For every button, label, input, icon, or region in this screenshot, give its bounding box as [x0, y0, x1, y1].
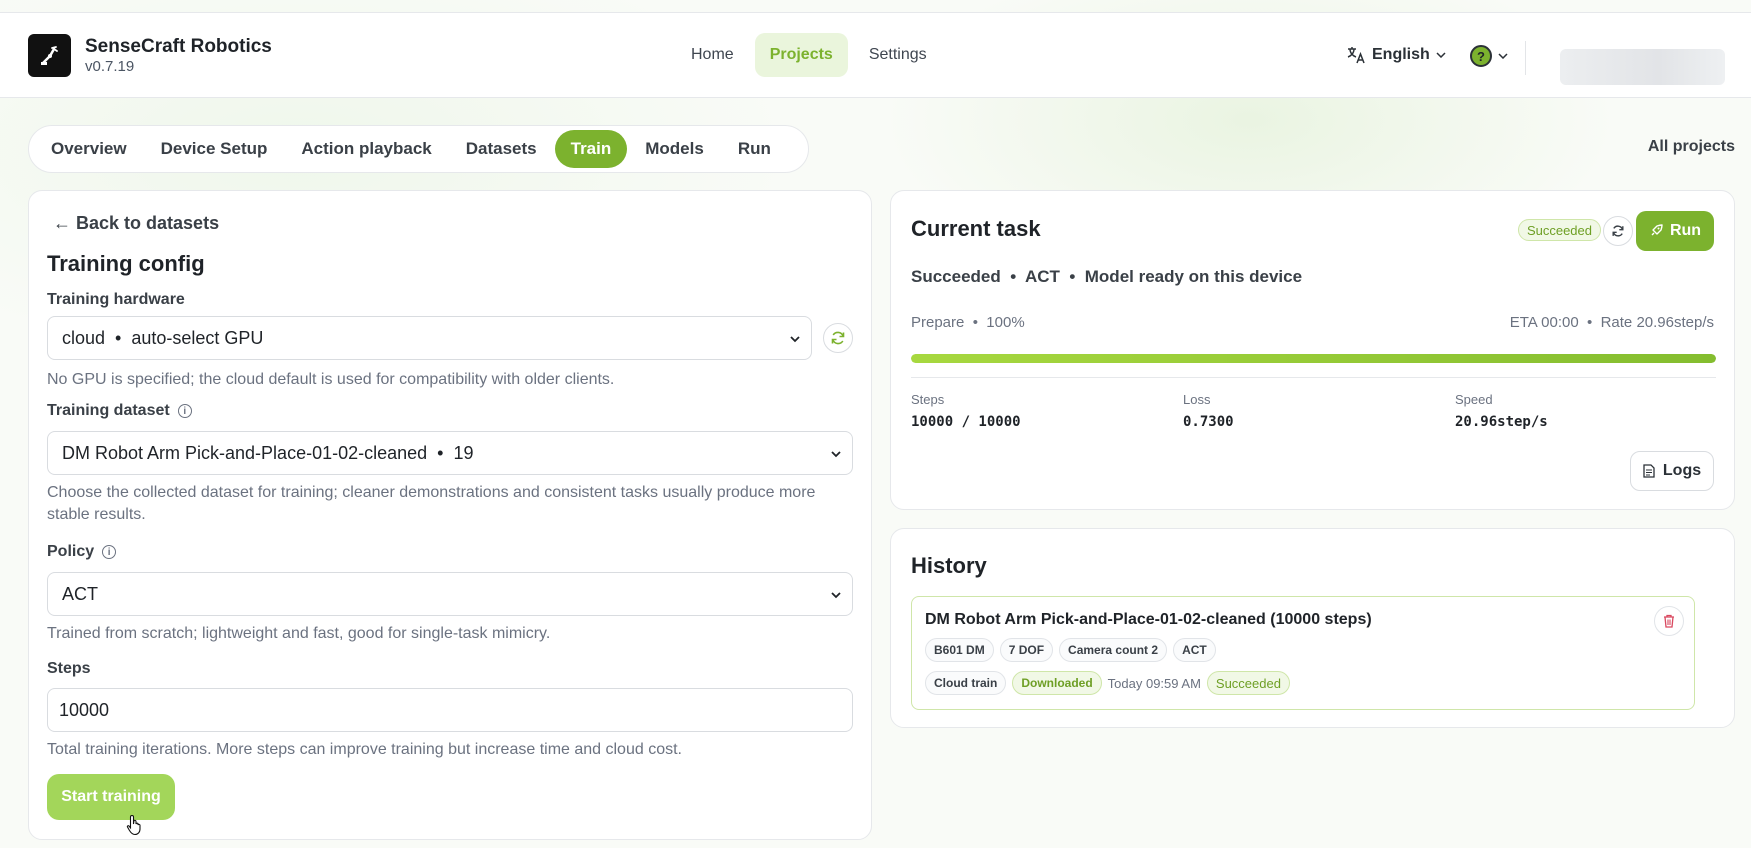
brand-name: SenseCraft Robotics: [85, 36, 272, 57]
refresh-icon: [831, 331, 845, 345]
training-config-title: Training config: [47, 251, 205, 276]
run-label: Run: [1669, 222, 1702, 239]
tab-datasets[interactable]: Datasets: [450, 130, 553, 168]
current-task-title: Current task: [911, 216, 1041, 241]
tag-chip: ACT: [1173, 638, 1216, 662]
steps-help: Total training iterations. More steps ca…: [47, 741, 682, 758]
status-badge: Succeeded: [1206, 671, 1290, 695]
trash-icon: [1664, 614, 1674, 628]
history-item-title: DM Robot Arm Pick-and-Place-01-02-cleane…: [925, 611, 1372, 628]
chevron-down-icon: [831, 592, 841, 599]
delete-history-button[interactable]: [1654, 606, 1684, 636]
training-hardware-label: Training hardware: [47, 291, 185, 309]
nav-settings[interactable]: Settings: [854, 33, 942, 77]
account-area[interactable]: [1560, 49, 1725, 85]
language-selector[interactable]: English: [1346, 46, 1446, 64]
prepare-status: Prepare • 100%: [911, 314, 1025, 331]
stat-speed-value: 20.96step/s: [1455, 414, 1548, 430]
stat-steps-value: 10000 / 10000: [911, 414, 1021, 430]
rocket-icon: [1651, 224, 1663, 236]
training-dataset-value: DM Robot Arm Pick-and-Place-01-02-cleane…: [62, 442, 474, 463]
history-item[interactable]: DM Robot Arm Pick-and-Place-01-02-cleane…: [911, 596, 1695, 710]
logs-label: Logs: [1662, 462, 1702, 479]
hand-cursor-icon: [126, 814, 141, 836]
tag-chip: B601 DM: [925, 638, 994, 662]
training-config-card: ← Back to datasets Training config Train…: [28, 190, 872, 840]
training-hardware-label-text: Training hardware: [47, 291, 185, 308]
tab-device-setup[interactable]: Device Setup: [145, 130, 284, 168]
back-label: Back to datasets: [76, 213, 220, 233]
history-time: Today 09:59 AM: [1107, 675, 1201, 691]
chevron-down-icon: [1498, 53, 1508, 59]
status-badge: Succeeded: [1517, 219, 1601, 241]
policy-help: Trained from scratch; lightweight and fa…: [47, 625, 551, 642]
steps-label-text: Steps: [47, 660, 91, 677]
brand-version: v0.7.19: [85, 58, 135, 75]
help-icon: ?: [1470, 45, 1492, 67]
training-dataset-label: Training dataset i: [47, 402, 192, 420]
document-icon: [1643, 464, 1655, 478]
policy-label-text: Policy: [47, 543, 95, 560]
history-card: History DM Robot Arm Pick-and-Place-01-0…: [890, 528, 1735, 728]
chevron-down-icon: [831, 451, 841, 458]
tab-train[interactable]: Train: [554, 130, 628, 168]
eta-rate: ETA 00:00 • Rate 20.96step/s: [1509, 314, 1714, 331]
tab-action-playback[interactable]: Action playback: [285, 130, 447, 168]
top-header: SenseCraft Robotics v0.7.19 Home Project…: [0, 12, 1751, 98]
back-to-datasets-link[interactable]: ← Back to datasets: [53, 213, 219, 234]
tag-chip: Camera count 2: [1059, 638, 1168, 662]
arrow-left-icon: ←: [53, 213, 71, 233]
info-icon[interactable]: i: [102, 545, 117, 559]
training-hardware-select[interactable]: cloud • auto-select GPU: [47, 316, 812, 360]
progress-fill: [911, 354, 1716, 363]
stat-speed-label: Speed: [1455, 392, 1493, 407]
translate-icon: [1347, 47, 1365, 64]
policy-value: ACT: [62, 583, 98, 604]
start-training-button[interactable]: Start training: [47, 774, 175, 820]
stat-loss-value: 0.7300: [1183, 414, 1234, 430]
training-hardware-help: No GPU is specified; the cloud default i…: [47, 371, 615, 388]
chevron-down-icon: [1436, 52, 1446, 58]
mode-chip: Cloud train: [925, 671, 1007, 695]
help-menu[interactable]: ?: [1470, 45, 1508, 67]
progress-bar: [911, 354, 1716, 363]
policy-label: Policy i: [47, 543, 117, 561]
stat-steps-label: Steps: [911, 392, 945, 407]
project-tabs: Overview Device Setup Action playback Da…: [28, 125, 809, 173]
training-dataset-label-text: Training dataset: [47, 402, 170, 419]
training-dataset-help: Choose the collected dataset for trainin…: [47, 484, 816, 523]
policy-select[interactable]: ACT: [47, 572, 853, 616]
divider: [911, 377, 1716, 378]
current-task-card: Current task Succeeded Run Succeeded • A…: [890, 190, 1735, 510]
all-projects-link[interactable]: All projects: [1648, 138, 1735, 156]
refresh-hardware-button[interactable]: [823, 323, 853, 353]
header-divider: [1525, 41, 1526, 75]
steps-label: Steps: [47, 660, 91, 678]
steps-value: 10000: [59, 699, 110, 720]
language-label: English: [1372, 46, 1430, 63]
logs-button[interactable]: Logs: [1630, 451, 1714, 491]
info-icon[interactable]: i: [177, 404, 192, 418]
tab-overview[interactable]: Overview: [35, 130, 143, 168]
nav-home[interactable]: Home: [676, 33, 749, 77]
tab-run[interactable]: Run: [722, 130, 787, 168]
top-navigation: Home Projects Settings: [676, 33, 942, 77]
training-dataset-select[interactable]: DM Robot Arm Pick-and-Place-01-02-cleane…: [47, 431, 853, 475]
downloaded-chip: Downloaded: [1012, 671, 1102, 695]
tab-models[interactable]: Models: [629, 130, 720, 168]
tag-chip: 7 DOF: [999, 638, 1054, 662]
refresh-task-button[interactable]: [1603, 216, 1633, 246]
refresh-icon: [1612, 225, 1624, 237]
steps-input[interactable]: 10000: [47, 688, 853, 732]
training-hardware-value: cloud • auto-select GPU: [62, 327, 264, 348]
history-title: History: [911, 553, 987, 578]
robot-arm-logo-icon[interactable]: [28, 34, 71, 77]
nav-projects[interactable]: Projects: [754, 33, 848, 77]
task-status-line: Succeeded • ACT • Model ready on this de…: [911, 267, 1303, 286]
run-button[interactable]: Run: [1636, 211, 1714, 251]
stat-loss-label: Loss: [1183, 392, 1211, 407]
history-tags: B601 DM 7 DOF Camera count 2 ACT: [925, 638, 1216, 662]
history-meta: Cloud train Downloaded Today 09:59 AM Su…: [925, 671, 1290, 695]
chevron-down-icon: [790, 336, 800, 343]
